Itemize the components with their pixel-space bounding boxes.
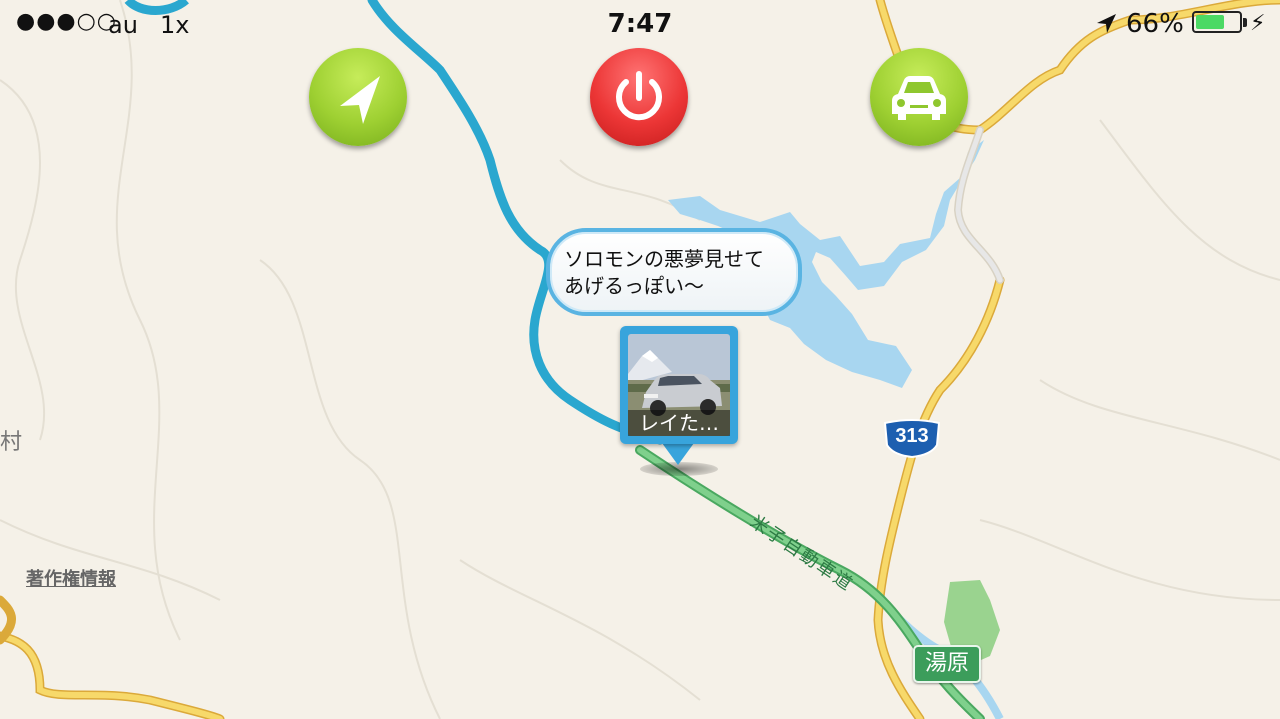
bubble-line-1: ソロモンの悪夢見せて <box>564 247 764 271</box>
status-bar: ●●●○○ au 1x 7:47 66% ⚡ <box>0 0 1280 46</box>
speech-bubble: ソロモンの悪夢見せて あげるっぽい〜 <box>546 228 802 316</box>
interchange-sign: 湯原 <box>913 645 982 683</box>
battery-fill <box>1196 15 1224 29</box>
clock: 7:47 <box>607 9 673 39</box>
power-icon <box>616 71 662 121</box>
pin-tail <box>662 443 694 465</box>
location-arrow-icon <box>1097 14 1116 33</box>
battery-percent: 66% <box>1126 9 1184 39</box>
bolt-icon: ⚡ <box>1250 11 1266 36</box>
bubble-text: ソロモンの悪夢見せて あげるっぽい〜 <box>564 246 800 300</box>
navigation-arrow-icon <box>340 76 380 124</box>
copyright-link[interactable]: 著作権情報 <box>26 565 116 591</box>
battery-nub <box>1243 18 1247 27</box>
photo-pin[interactable]: レイた… <box>620 326 738 444</box>
car-button[interactable] <box>870 48 968 146</box>
route-number: 313 <box>895 425 929 447</box>
battery-icon <box>1192 11 1242 33</box>
power-button[interactable] <box>590 48 688 146</box>
navigate-button[interactable] <box>309 48 407 146</box>
car-icon <box>892 76 946 120</box>
bubble-line-2: あげるっぽい〜 <box>564 274 704 298</box>
place-label-partial: 村 <box>0 430 23 455</box>
pin-caption: レイた… <box>628 410 730 436</box>
